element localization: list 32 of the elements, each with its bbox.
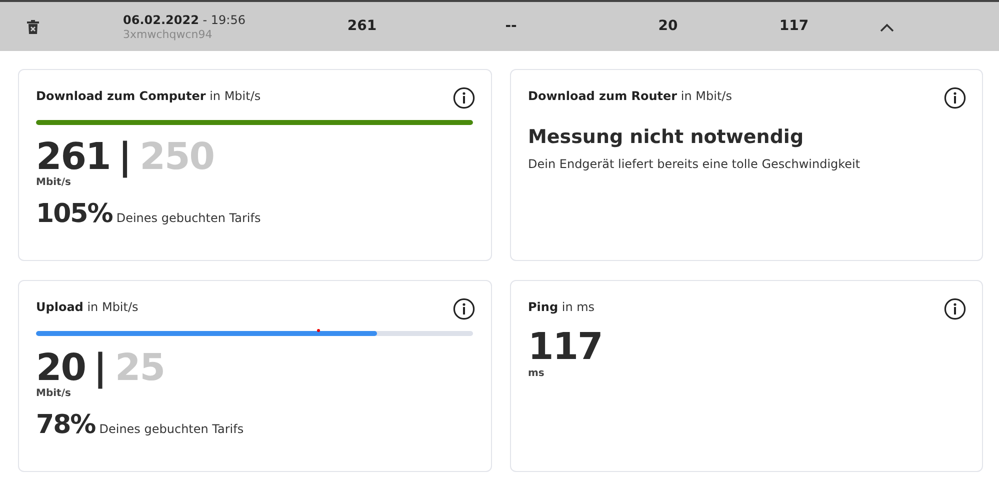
upload-value: 20	[658, 18, 678, 34]
time-text: - 19:56	[202, 13, 246, 27]
message-heading: Messung nicht notwendig	[528, 126, 804, 148]
info-icon[interactable]	[453, 87, 475, 109]
card-title: Download zum Router in Mbit/s	[528, 88, 732, 104]
message-text: Dein Endgerät liefert bereits eine tolle Geschwindigkeit	[528, 157, 860, 171]
collapse-caret-icon[interactable]	[880, 23, 894, 32]
card-title: Upload in Mbit/s	[36, 299, 138, 315]
unit-label: ms	[528, 368, 544, 380]
card-title: Download zum Computer in Mbit/s	[36, 88, 261, 104]
unit-label: Mbit/s	[36, 388, 71, 400]
delete-icon[interactable]	[27, 20, 39, 34]
info-icon[interactable]	[944, 298, 966, 320]
percent-value: 105%	[36, 199, 112, 229]
measurement-id: 3xmwchqwcn94	[123, 28, 214, 42]
separator-text: |	[118, 137, 132, 177]
ping-value: 117	[779, 18, 809, 34]
card-title: Ping in ms	[528, 299, 595, 315]
percent-label: Deines gebuchten Tarifs	[116, 211, 261, 225]
info-icon[interactable]	[453, 298, 475, 320]
measured-value: 261	[36, 137, 110, 177]
marker-dot	[317, 329, 320, 332]
separator-text: |	[94, 348, 108, 388]
unit-label: Mbit/s	[36, 177, 71, 189]
date-text: 06.02.2022	[123, 13, 199, 27]
measured-value: 20	[36, 348, 86, 388]
router-value: --	[505, 18, 517, 34]
info-icon[interactable]	[944, 87, 966, 109]
percent-value: 78%	[36, 410, 96, 440]
percent-label: Deines gebuchten Tarifs	[99, 422, 244, 436]
download-value: 261	[347, 18, 377, 34]
ping-value-large: 117	[528, 326, 602, 368]
